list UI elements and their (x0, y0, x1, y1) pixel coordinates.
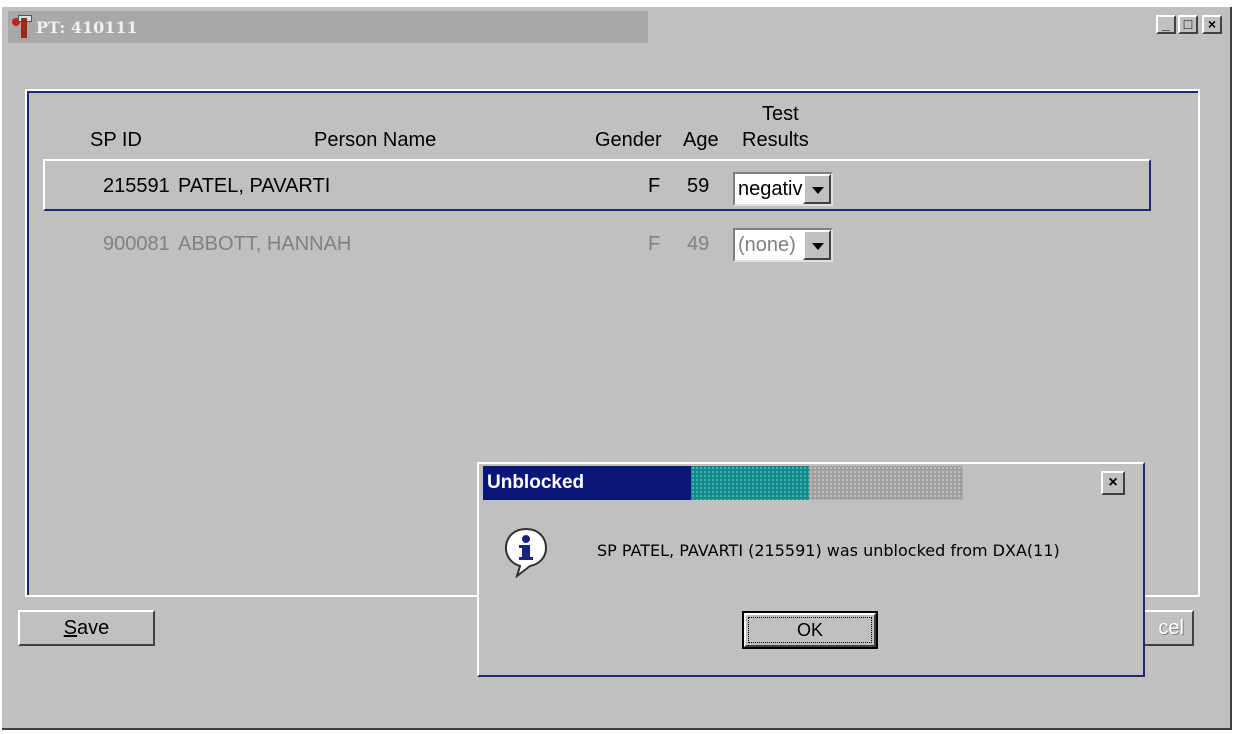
row-age: 59 (687, 175, 710, 197)
row-gender: F (648, 233, 661, 255)
row-age: 49 (687, 233, 710, 255)
header-gender: Gender (595, 129, 662, 151)
row-person-name: ABBOTT, HANNAH (178, 233, 352, 255)
window-title: PT: 410111 (36, 17, 138, 37)
dropdown-button[interactable] (803, 230, 831, 260)
header-sp-id: SP ID (90, 129, 142, 151)
app-icon (12, 15, 34, 39)
dialog-title-bar[interactable]: Unblocked × (483, 466, 1139, 500)
header-results: Results (742, 129, 809, 151)
result-select-value: (none) (738, 234, 796, 256)
dialog-title: Unblocked (487, 472, 585, 493)
row-sp-id: 215591 (103, 175, 170, 197)
chevron-down-icon (812, 243, 824, 250)
maximize-button[interactable]: □ (1178, 15, 1198, 34)
unblocked-dialog: Unblocked × SP PATEL, PAVARTI (215591) w… (477, 462, 1145, 677)
title-bar[interactable]: PT: 410111 (8, 11, 648, 43)
window-controls: _ □ × (1156, 15, 1222, 34)
close-button[interactable]: × (1202, 15, 1222, 34)
row-person-name: PATEL, PAVARTI (178, 175, 331, 197)
ok-button-label: OK (796, 620, 823, 640)
header-test: Test (762, 103, 799, 125)
dropdown-button[interactable] (803, 174, 831, 204)
row-gender: F (648, 175, 661, 197)
minimize-button[interactable]: _ (1156, 15, 1176, 34)
result-select[interactable]: negative (733, 172, 833, 206)
dialog-close-button[interactable]: × (1101, 471, 1125, 495)
result-select[interactable]: (none) (733, 228, 833, 262)
row-sp-id: 900081 (103, 233, 170, 255)
header-age: Age (683, 129, 719, 151)
dialog-message: SP PATEL, PAVARTI (215591) was unblocked… (597, 541, 1060, 560)
info-icon (504, 527, 548, 578)
header-person-name: Person Name (314, 129, 437, 151)
save-button[interactable]: Save (18, 610, 155, 646)
ok-button[interactable]: OK (742, 611, 878, 649)
chevron-down-icon (812, 187, 824, 194)
